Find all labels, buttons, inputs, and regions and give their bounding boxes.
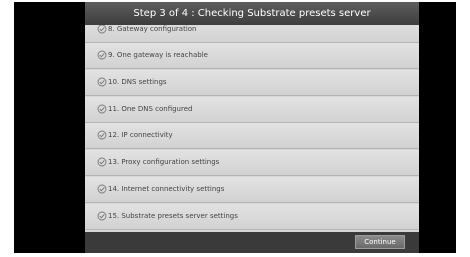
list-item: 10. DNS settings: [85, 70, 419, 96]
item-label: 11. One DNS configured: [108, 105, 193, 113]
setup-wizard-dialog: Step 3 of 4 : Checking Substrate presets…: [85, 2, 419, 253]
list-item: 15. Substrate presets server settings: [85, 204, 419, 230]
list-item: 9. One gateway is reachable: [85, 43, 419, 69]
check-icon: [97, 184, 107, 194]
item-label: 15. Substrate presets server settings: [108, 212, 238, 220]
item-label: 13. Proxy configuration settings: [108, 158, 220, 166]
item-label: 10. DNS settings: [108, 78, 167, 86]
check-icon: [97, 50, 107, 60]
check-icon: [97, 25, 107, 34]
item-label: 12. IP connectivity: [108, 131, 173, 139]
list-item: 12. IP connectivity: [85, 123, 419, 149]
check-icon: [97, 157, 107, 167]
item-label: 14. Internet connectivity settings: [108, 185, 225, 193]
check-icon: [97, 130, 107, 140]
item-label: 8. Gateway configuration: [108, 25, 197, 33]
list-item: 8. Gateway configuration: [85, 25, 419, 43]
list-item: 11. One DNS configured: [85, 97, 419, 123]
continue-button[interactable]: Continue: [355, 235, 405, 249]
check-icon: [97, 104, 107, 114]
item-label: 9. One gateway is reachable: [108, 51, 208, 59]
check-list[interactable]: 8. Gateway configuration 9. One gateway …: [85, 25, 419, 232]
list-item: 13. Proxy configuration settings: [85, 150, 419, 176]
check-icon: [97, 77, 107, 87]
list-item: 14. Internet connectivity settings: [85, 177, 419, 203]
dialog-footer: Continue: [85, 232, 419, 253]
check-icon: [97, 211, 107, 221]
dialog-title: Step 3 of 4 : Checking Substrate presets…: [85, 2, 419, 25]
